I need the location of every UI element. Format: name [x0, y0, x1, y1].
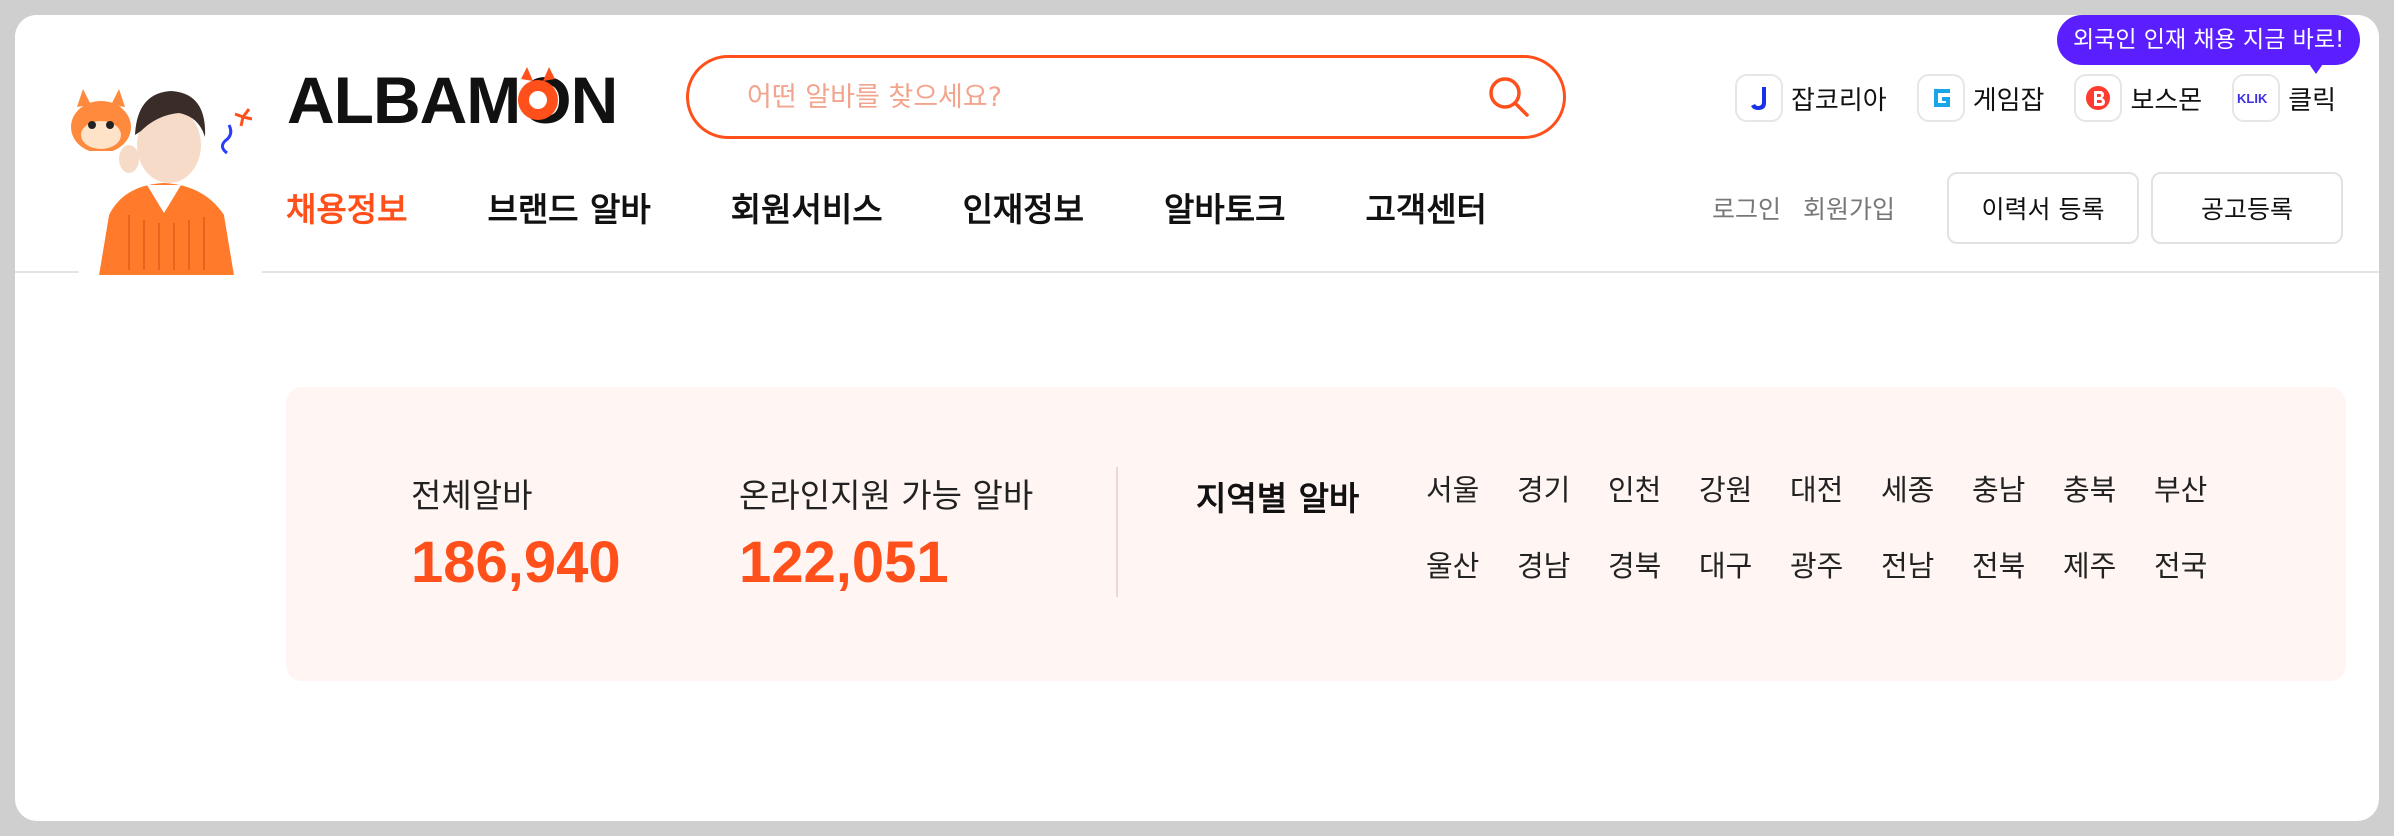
- stat-value: 186,940: [411, 530, 621, 595]
- search-input[interactable]: [747, 81, 1485, 113]
- promo-bubble[interactable]: 외국인 인재 채용 지금 바로!: [2057, 15, 2361, 65]
- stat-online-jobs[interactable]: 온라인지원 가능 알바 122,051: [739, 469, 1033, 596]
- family-sites: 잡코리아 게임잡 보스몬 KLIK 클릭: [1735, 71, 2336, 125]
- mascot-illustration: [71, 89, 265, 275]
- post-job-button[interactable]: 공고등록: [2151, 172, 2343, 244]
- stat-value: 122,051: [739, 530, 949, 595]
- bossmon-icon: [2074, 74, 2123, 122]
- stat-label: 온라인지원 가능 알바: [739, 476, 1034, 515]
- main-nav: 채용정보 브랜드 알바 회원서비스 인재정보 알바토크 고객센터: [286, 183, 1567, 231]
- klik-icon: KLIK: [2232, 74, 2281, 122]
- family-site-klik[interactable]: KLIK 클릭: [2232, 71, 2336, 125]
- utility-menu: 로그인 회원가입 이력서 등록 공고등록: [1712, 172, 2343, 244]
- nav-item-talent[interactable]: 인재정보: [963, 183, 1084, 231]
- nav-item-support[interactable]: 고객센터: [1365, 183, 1486, 231]
- region-link[interactable]: 경남: [1517, 545, 1608, 587]
- region-link[interactable]: 충북: [2063, 469, 2154, 511]
- region-link[interactable]: 강원: [1699, 469, 1790, 511]
- region-link[interactable]: 경북: [1608, 545, 1699, 587]
- jobkorea-icon: [1735, 74, 1783, 122]
- nav-item-brand[interactable]: 브랜드 알바: [487, 183, 650, 231]
- page: ALBAMON 외국인 인재 채용 지금 바로! 잡코리아: [15, 15, 2379, 821]
- region-link[interactable]: 충남: [1972, 469, 2063, 511]
- family-site-bossmon[interactable]: 보스몬: [2074, 71, 2202, 125]
- region-link[interactable]: 경기: [1517, 469, 1608, 511]
- family-site-label: 클릭: [2288, 85, 2337, 116]
- albamon-logo[interactable]: ALBAMON: [287, 59, 617, 139]
- region-link[interactable]: 대전: [1790, 469, 1881, 511]
- search-icon[interactable]: [1485, 73, 1533, 121]
- region-link[interactable]: 서울: [1426, 469, 1517, 511]
- family-site-label: 보스몬: [2130, 85, 2203, 116]
- svg-text:KLIK: KLIK: [2237, 91, 2268, 106]
- region-link[interactable]: 제주: [2063, 545, 2154, 587]
- job-stats-panel: 전체알바 186,940 온라인지원 가능 알바 122,051 지역별 알바 …: [286, 387, 2346, 681]
- search-bar: [686, 55, 1566, 139]
- divider: [1116, 467, 1118, 597]
- nav-item-talk[interactable]: 알바토크: [1164, 183, 1285, 231]
- family-site-jobkorea[interactable]: 잡코리아: [1735, 71, 1887, 125]
- region-link[interactable]: 전북: [1972, 545, 2063, 587]
- nav-item-jobs[interactable]: 채용정보: [286, 183, 407, 231]
- signup-link[interactable]: 회원가입: [1803, 190, 1895, 226]
- region-link[interactable]: 인천: [1608, 469, 1699, 511]
- region-link[interactable]: 전남: [1881, 545, 1972, 587]
- gamejob-icon: [1916, 74, 1965, 122]
- nav-item-member[interactable]: 회원서비스: [731, 183, 883, 231]
- login-link[interactable]: 로그인: [1712, 190, 1781, 226]
- stat-total-jobs[interactable]: 전체알바 186,940: [411, 469, 621, 596]
- region-title: 지역별 알바: [1196, 479, 1360, 518]
- region-list: 서울 경기 인천 강원 대전 세종 충남 충북 부산 울산 경남 경북 대구 광…: [1426, 469, 2245, 587]
- region-link[interactable]: 광주: [1790, 545, 1881, 587]
- family-site-gamejob[interactable]: 게임잡: [1916, 71, 2045, 125]
- svg-text:ALBAMON: ALBAMON: [287, 63, 617, 137]
- family-site-label: 잡코리아: [1791, 85, 1887, 116]
- stat-label: 전체알바: [411, 476, 533, 515]
- region-link[interactable]: 울산: [1426, 545, 1517, 587]
- family-site-label: 게임잡: [1972, 85, 2045, 116]
- region-link[interactable]: 전국: [2154, 545, 2245, 587]
- site-header: ALBAMON 외국인 인재 채용 지금 바로! 잡코리아: [15, 15, 2379, 275]
- register-resume-button[interactable]: 이력서 등록: [1947, 172, 2139, 244]
- region-link[interactable]: 대구: [1699, 545, 1790, 587]
- region-link[interactable]: 세종: [1881, 469, 1972, 511]
- region-link[interactable]: 부산: [2154, 469, 2245, 511]
